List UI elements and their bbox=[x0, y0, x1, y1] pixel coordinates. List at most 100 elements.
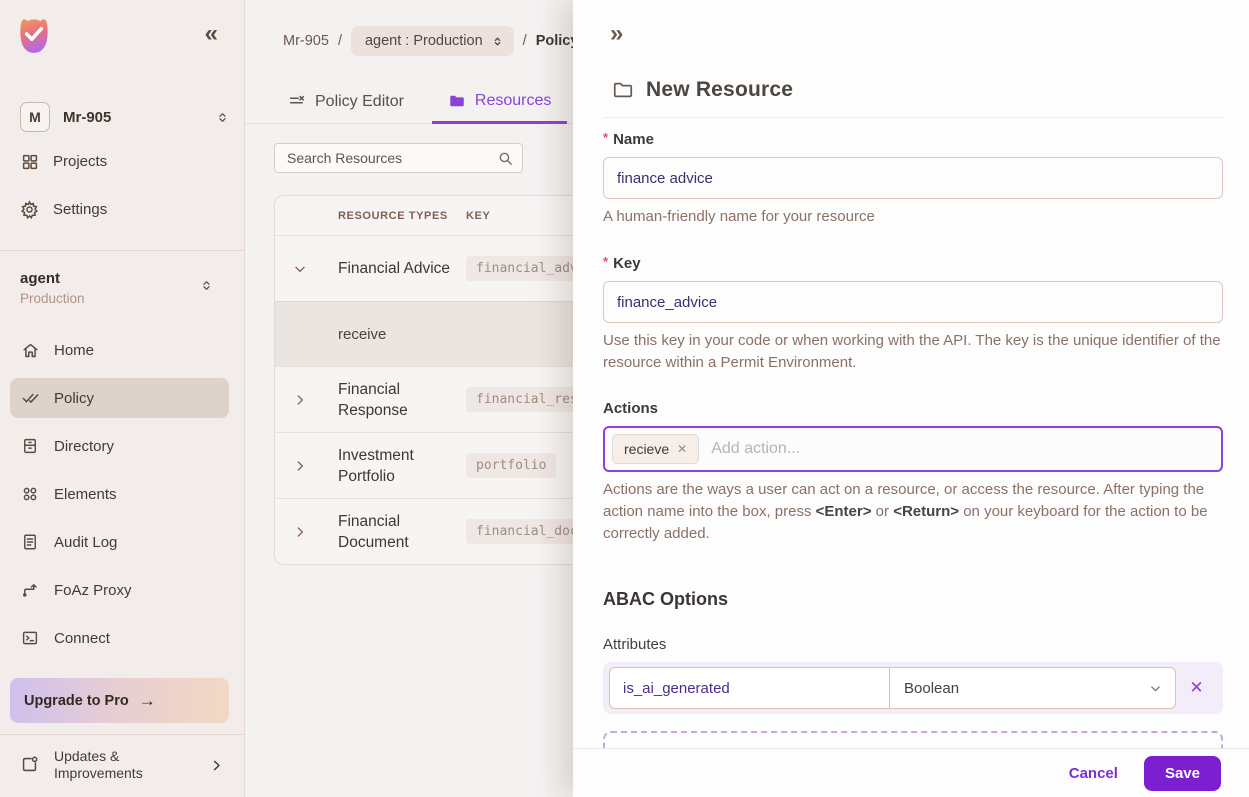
gear-icon bbox=[20, 200, 39, 219]
sidebar-divider bbox=[0, 250, 244, 251]
action-tag: recieve ✕ bbox=[612, 434, 700, 464]
column-header-resource-types: RESOURCE TYPES bbox=[338, 209, 448, 222]
attribute-row: Boolean ✕ bbox=[603, 662, 1223, 714]
workspace-selector[interactable]: agent Production bbox=[20, 270, 230, 306]
sidebar-item-elements[interactable]: Elements bbox=[10, 474, 229, 514]
sidebar-item-label: FoAz Proxy bbox=[54, 581, 132, 599]
chevron-down-icon bbox=[1148, 681, 1163, 696]
sidebar-item-directory[interactable]: Directory bbox=[10, 426, 229, 466]
sidebar-item-label: Settings bbox=[53, 201, 108, 218]
sidebar-item-label: Projects bbox=[53, 153, 108, 170]
upgrade-to-pro-button[interactable]: Upgrade to Pro → bbox=[10, 678, 229, 723]
route-arrow-icon bbox=[20, 580, 40, 600]
org-selector[interactable]: M Mr-905 bbox=[20, 102, 230, 132]
chevron-updown-icon bbox=[215, 110, 230, 125]
cabinet-icon bbox=[20, 436, 40, 456]
new-resource-form: *Name A human-friendly name for your res… bbox=[603, 130, 1223, 787]
sidebar-item-audit-log[interactable]: Audit Log bbox=[10, 522, 229, 562]
circles-grid-icon bbox=[20, 484, 40, 504]
key-field-label: * Key bbox=[603, 254, 641, 272]
tab-resources[interactable]: Resources bbox=[431, 80, 568, 124]
search-input[interactable] bbox=[285, 149, 497, 167]
chevron-right-icon bbox=[209, 758, 224, 773]
attribute-type-select[interactable]: Boolean bbox=[890, 667, 1176, 709]
folder-outline-icon bbox=[612, 79, 634, 101]
chevron-right-icon[interactable] bbox=[292, 392, 338, 408]
sidebar-item-label: Connect bbox=[54, 629, 110, 647]
tab-policy-editor[interactable]: Policy Editor bbox=[272, 80, 420, 124]
tab-label: Policy Editor bbox=[315, 93, 404, 110]
actions-field-label: Actions bbox=[603, 400, 659, 417]
save-button[interactable]: Save bbox=[1143, 755, 1221, 791]
breadcrumb-separator: / bbox=[522, 33, 527, 49]
panel-divider bbox=[603, 117, 1223, 118]
chevron-updown-icon bbox=[491, 35, 504, 48]
cancel-button[interactable]: Cancel bbox=[1069, 765, 1118, 782]
folder-icon bbox=[448, 92, 466, 110]
required-asterisk: * bbox=[603, 130, 609, 145]
terminal-icon bbox=[20, 628, 40, 648]
attributes-label: Attributes bbox=[603, 636, 667, 653]
app-root: « M Mr-905 Projects Settings agent Produ… bbox=[0, 0, 1249, 797]
chevron-right-icon[interactable] bbox=[292, 458, 338, 474]
sidebar-divider bbox=[0, 734, 244, 735]
add-action-input[interactable] bbox=[709, 439, 1214, 459]
sidebar-item-policy[interactable]: Policy bbox=[10, 378, 229, 418]
breadcrumb-separator: / bbox=[337, 33, 342, 49]
document-lines-icon bbox=[20, 532, 40, 552]
panel-collapse-icon[interactable]: » bbox=[610, 22, 623, 46]
remove-tag-icon[interactable]: ✕ bbox=[677, 442, 687, 456]
action-name: receive bbox=[338, 325, 387, 343]
remove-attribute-icon[interactable]: ✕ bbox=[1176, 678, 1217, 698]
resource-name: Financial Response bbox=[338, 380, 408, 419]
tab-label: Resources bbox=[474, 91, 552, 109]
home-icon bbox=[20, 340, 40, 360]
updates-improvements-button[interactable]: Updates & Improvements bbox=[10, 742, 234, 788]
sidebar-item-home[interactable]: Home bbox=[10, 330, 229, 370]
sidebar-item-label: Directory bbox=[54, 437, 115, 455]
breadcrumb-environment-pill[interactable]: agent : Production bbox=[350, 26, 514, 56]
chevron-down-icon[interactable] bbox=[292, 261, 338, 277]
sidebar-item-foaz-proxy[interactable]: FoAz Proxy bbox=[10, 570, 229, 610]
panel-footer: Cancel Save bbox=[573, 748, 1249, 797]
updates-label: Updates & Improvements bbox=[54, 748, 143, 781]
search-icon[interactable] bbox=[497, 150, 514, 167]
sidebar-item-settings[interactable]: Settings bbox=[20, 200, 107, 219]
environment-pill-label: agent : Production bbox=[364, 33, 483, 49]
name-field-label: * Name bbox=[603, 130, 654, 148]
action-tag-label: recieve bbox=[624, 441, 670, 457]
name-field[interactable] bbox=[603, 157, 1223, 199]
sidebar-collapse-icon[interactable]: « bbox=[205, 22, 218, 46]
org-name: Mr-905 bbox=[63, 108, 112, 126]
actions-input-box[interactable]: recieve ✕ bbox=[603, 426, 1223, 472]
sidebar-item-projects[interactable]: Projects bbox=[20, 152, 107, 171]
new-release-icon bbox=[20, 755, 40, 775]
breadcrumb-current: Policy bbox=[535, 33, 579, 49]
sidebar-item-label: Policy bbox=[54, 389, 95, 407]
grid-icon bbox=[20, 152, 39, 171]
sidebar-nav: Home Policy Directory Elements Audit Log… bbox=[10, 330, 229, 666]
chevron-right-icon[interactable] bbox=[292, 524, 338, 540]
sidebar-item-label: Elements bbox=[54, 485, 117, 503]
breadcrumb: Mr-905 / agent : Production / Policy bbox=[283, 26, 578, 56]
sidebar: « M Mr-905 Projects Settings agent Produ… bbox=[0, 0, 245, 797]
return-key-label: <Return> bbox=[893, 503, 960, 520]
actions-field-helper: Actions are the ways a user can act on a… bbox=[603, 481, 1208, 542]
attribute-name-field[interactable] bbox=[609, 667, 890, 709]
key-field[interactable] bbox=[603, 281, 1223, 323]
arrow-right-icon: → bbox=[138, 690, 156, 710]
sidebar-item-connect[interactable]: Connect bbox=[10, 618, 229, 658]
abac-options-heading: ABAC Options bbox=[603, 589, 728, 609]
filter-lines-icon bbox=[288, 93, 306, 111]
resource-name: Financial Document bbox=[338, 512, 409, 551]
upgrade-label: Upgrade to Pro bbox=[24, 692, 129, 709]
panel-title: New Resource bbox=[612, 78, 793, 102]
breadcrumb-org[interactable]: Mr-905 bbox=[283, 33, 329, 49]
resource-name: Investment Portfolio bbox=[338, 446, 414, 485]
sidebar-item-label: Home bbox=[54, 341, 95, 359]
name-field-helper: A human-friendly name for your resource bbox=[603, 208, 875, 225]
panel-heading: New Resource bbox=[646, 78, 794, 101]
enter-key-label: <Enter> bbox=[815, 503, 872, 520]
resource-name: Financial Advice bbox=[338, 260, 451, 277]
resource-key-badge: portfolio bbox=[466, 453, 557, 478]
